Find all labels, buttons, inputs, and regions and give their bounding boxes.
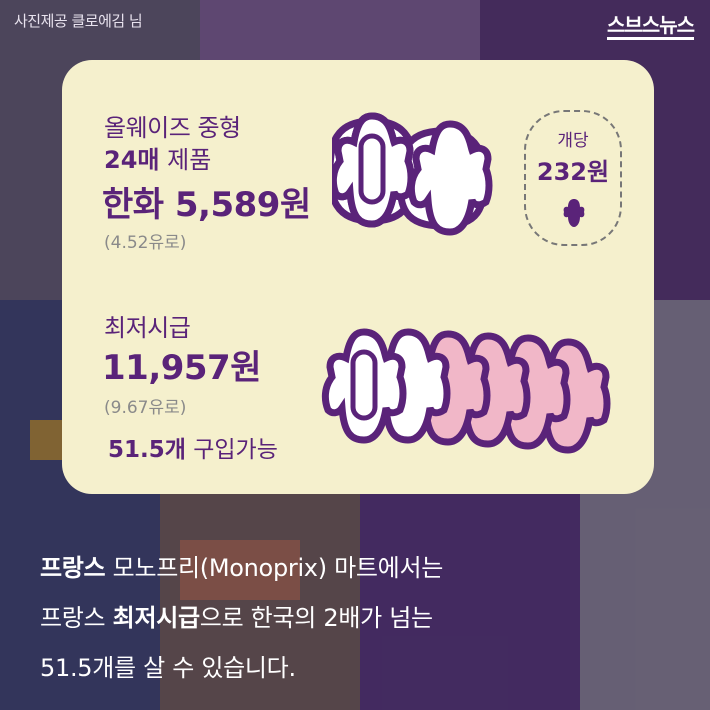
caption-line2-bold: 최저시급 bbox=[112, 604, 200, 632]
wage-eur: (9.67유로) bbox=[104, 398, 187, 418]
brand-logo: 스브스뉴스 bbox=[607, 14, 695, 40]
caption-line2-rest: 으로 한국의 2배가 넘는 bbox=[199, 604, 433, 632]
caption-line-3: 51.5개를 살 수 있습니다. bbox=[40, 654, 296, 682]
product-count-rest: 제품 bbox=[159, 146, 212, 174]
can-buy-rest: 구입가능 bbox=[185, 437, 278, 463]
per-unit-badge: 개당 232원 bbox=[524, 110, 622, 246]
caption-line-2: 프랑스 최저시급으로 한국의 2배가 넘는 bbox=[40, 598, 433, 633]
product-name: 올웨이즈 중형 bbox=[104, 114, 241, 142]
per-unit-price: 232원 bbox=[536, 158, 610, 186]
caption-line1-rest: 모노프리(Monoprix) 마트에서는 bbox=[105, 554, 444, 582]
caption-line-1: 프랑스 모노프리(Monoprix) 마트에서는 bbox=[40, 548, 443, 583]
caption-line1-bold: 프랑스 bbox=[40, 554, 106, 582]
mini-pad-icon bbox=[563, 199, 585, 227]
per-unit-label: 개당 bbox=[557, 131, 589, 151]
pads-wage-icon bbox=[321, 328, 611, 454]
can-buy-bold: 51.5개 bbox=[108, 437, 186, 463]
photo-credit: 사진제공 클로에김 님 bbox=[14, 12, 143, 30]
price-eur: (4.52유로) bbox=[104, 233, 187, 253]
caption-line2-start: 프랑스 bbox=[40, 604, 113, 632]
wage-label: 최저시급 bbox=[104, 314, 191, 342]
product-count: 24매 제품 bbox=[104, 140, 211, 175]
price-krw: 한화 5,589원 bbox=[102, 185, 311, 225]
product-count-bold: 24매 bbox=[104, 146, 160, 174]
info-card: 올웨이즈 중형 24매 제품 한화 5,589원 (4.52유로) 개당 232… bbox=[62, 60, 654, 494]
wage-krw: 11,957원 bbox=[102, 348, 261, 388]
pads-price-icon bbox=[332, 112, 493, 236]
can-buy: 51.5개 구입가능 bbox=[108, 430, 278, 464]
